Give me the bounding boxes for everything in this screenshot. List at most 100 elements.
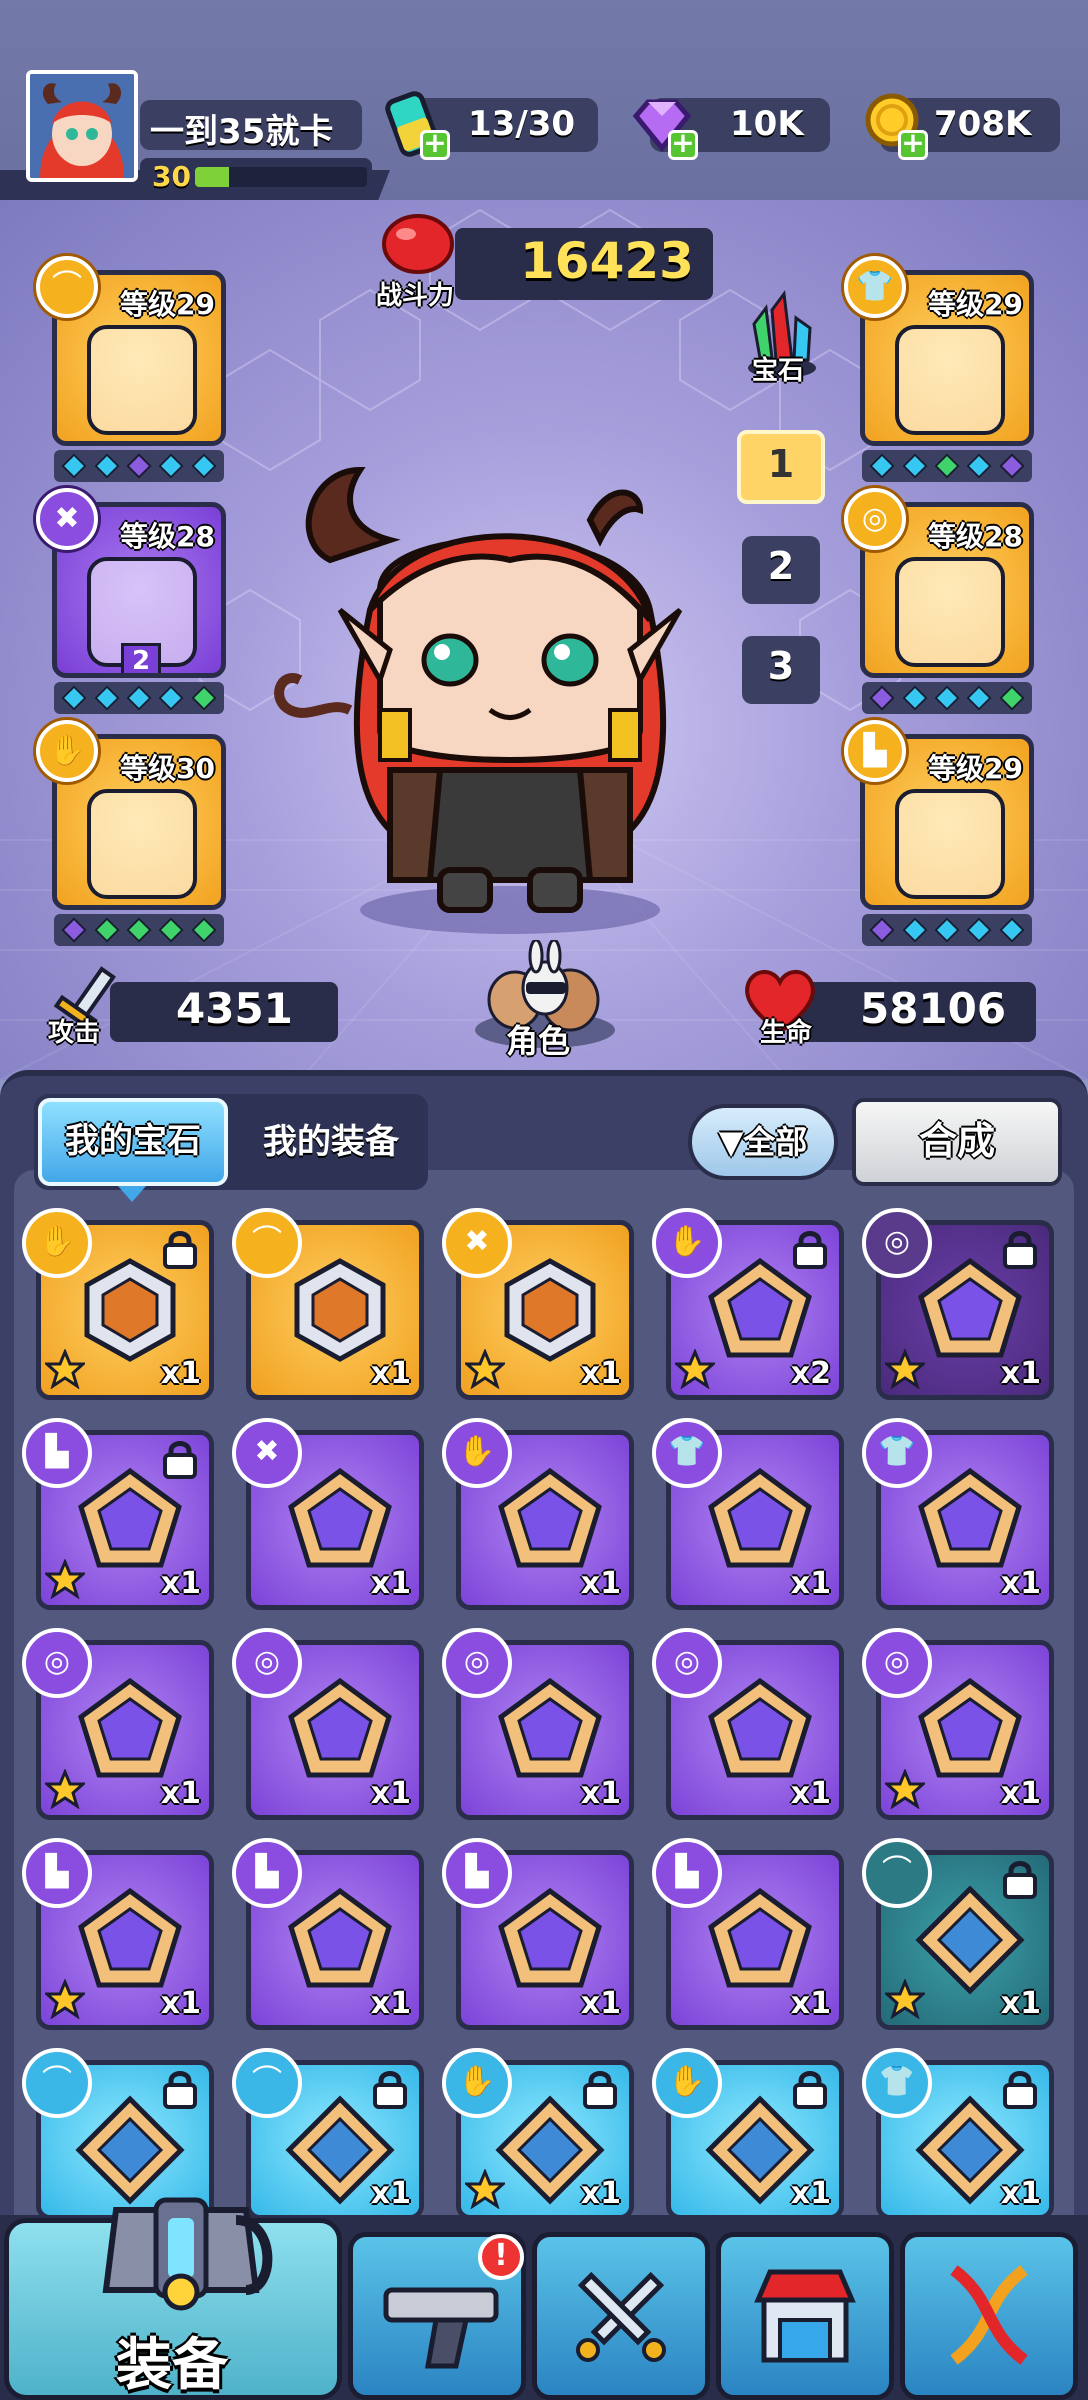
combat-power-label: 战斗力: [376, 281, 455, 311]
shirt-icon: 👕: [844, 256, 906, 318]
gem-count: x1: [370, 1356, 411, 1391]
gem-count: x1: [790, 2176, 831, 2211]
socket-gem-icon: [191, 685, 217, 711]
gem-count: x1: [370, 1986, 411, 2021]
pent-gem-icon: [918, 1467, 1022, 1568]
hat-icon: ⌒: [232, 2048, 302, 2118]
diamond-value: 10K: [730, 104, 804, 144]
slot-level: 等级29: [928, 288, 1023, 321]
synthesize-button[interactable]: 合成: [852, 1098, 1062, 1186]
lock-icon: [161, 1439, 199, 1479]
gem-count: x1: [370, 1566, 411, 1601]
loadout-tab-2[interactable]: 2: [742, 536, 820, 604]
dna-icon: [950, 2265, 1028, 2365]
socket-gem-icon: [158, 685, 185, 711]
purple-diamond-icon: +: [626, 88, 698, 160]
star-icon: [673, 1348, 717, 1390]
boot-icon: ▙: [844, 720, 906, 782]
socket-gem-icon: [966, 917, 993, 943]
gem-count: x1: [580, 2176, 621, 2211]
gem-count: x1: [1000, 1356, 1041, 1391]
xp-bar-fill: [195, 167, 230, 187]
socketed-gems-row: [54, 450, 224, 482]
socket-gem-icon: [126, 685, 152, 711]
hat-icon: ⌒: [862, 1838, 932, 1908]
pent-gem-icon: [498, 1887, 602, 1988]
socket-gem-icon: [999, 917, 1025, 943]
socket-gem-icon: [93, 685, 120, 711]
pent-gem-icon: [708, 1677, 812, 1778]
slot-level: 等级30: [120, 752, 215, 785]
belt-equipment-icon: [895, 557, 1005, 667]
boot-icon: ▙: [232, 1838, 302, 1908]
socketed-gems-row: [862, 450, 1032, 482]
boot-equipment-icon: [895, 789, 1005, 899]
energy-battery-icon: +: [378, 88, 450, 160]
filter-label: 全部: [743, 1123, 808, 1161]
filter-dropdown[interactable]: ▼全部: [688, 1104, 838, 1180]
glove-icon: ✋: [652, 1208, 722, 1278]
pent-gem-icon: [78, 1677, 182, 1778]
belt-icon: ◎: [844, 488, 906, 550]
lock-icon: [161, 1229, 199, 1269]
star-icon: [43, 1558, 87, 1600]
pent-gem-icon: [918, 1257, 1022, 1358]
necklace-icon: ✖: [232, 1418, 302, 1488]
gem-count: x1: [790, 1566, 831, 1601]
lock-icon: [371, 2069, 409, 2109]
pent-gem-icon: [498, 1677, 602, 1778]
avatar-portrait-icon: [30, 74, 134, 178]
necklace-icon: ✖: [442, 1208, 512, 1278]
pent-gem-icon: [708, 1257, 812, 1358]
gem-count: x1: [790, 1776, 831, 1811]
gem-count: x2: [790, 1356, 831, 1391]
tab-my-gems[interactable]: 我的宝石: [38, 1098, 228, 1186]
gold-coin-icon: +: [856, 88, 928, 160]
socket-gem-icon: [869, 453, 895, 479]
pent-gem-icon: [288, 1887, 392, 1988]
player-avatar[interactable]: [26, 70, 138, 182]
energy-value: 13/30: [468, 104, 576, 144]
socket-gem-icon: [93, 453, 120, 479]
glove-icon: ✋: [652, 2048, 722, 2118]
shirt-equipment-icon: [895, 325, 1005, 435]
boxing-glove-icon: [382, 214, 454, 274]
player-level: 30: [152, 160, 191, 193]
loadout-tab-1[interactable]: 1: [737, 430, 825, 504]
hex-gem-icon: [294, 1258, 386, 1362]
lock-icon: [791, 2069, 829, 2109]
socketed-gems-row: [54, 914, 224, 946]
hex-gem-icon: [84, 1258, 176, 1362]
slot-level: 等级28: [120, 520, 215, 553]
socket-gem-icon: [869, 685, 895, 711]
shirt-icon: 👕: [862, 1418, 932, 1488]
socket-gem-icon: [966, 453, 993, 479]
pent-gem-icon: [78, 1887, 182, 1988]
glove-icon: ✋: [22, 1208, 92, 1278]
boot-icon: ▙: [652, 1838, 722, 1908]
gem-count: x1: [160, 1566, 201, 1601]
star-icon: [883, 1348, 927, 1390]
shop-icon: [754, 2269, 856, 2363]
socket-gem-icon: [901, 685, 928, 711]
tab-my-equipment[interactable]: 我的装备: [236, 1098, 426, 1186]
glove-equipment-icon: [87, 789, 197, 899]
character-sprite[interactable]: [270, 410, 730, 940]
socket-gem-icon: [61, 917, 87, 943]
slot-level: 等级29: [120, 288, 215, 321]
pent-gem-icon: [78, 1467, 182, 1568]
star-icon: [43, 1348, 87, 1390]
hp-value: 58106: [860, 984, 1007, 1033]
diamond-gem-icon: [915, 1885, 1025, 1995]
hat-icon: ⌒: [232, 1208, 302, 1278]
lock-icon: [1001, 1229, 1039, 1269]
socket-gem-icon: [901, 453, 928, 479]
socket-gem-icon: [934, 453, 960, 479]
necklace-icon: ✖: [36, 488, 98, 550]
belt-icon: ◎: [232, 1628, 302, 1698]
slot-level: 等级28: [928, 520, 1023, 553]
loadout-tab-3[interactable]: 3: [742, 636, 820, 704]
gem-count: x1: [580, 1776, 621, 1811]
pent-gem-icon: [288, 1467, 392, 1568]
attack-label: 攻击: [48, 1018, 101, 1048]
